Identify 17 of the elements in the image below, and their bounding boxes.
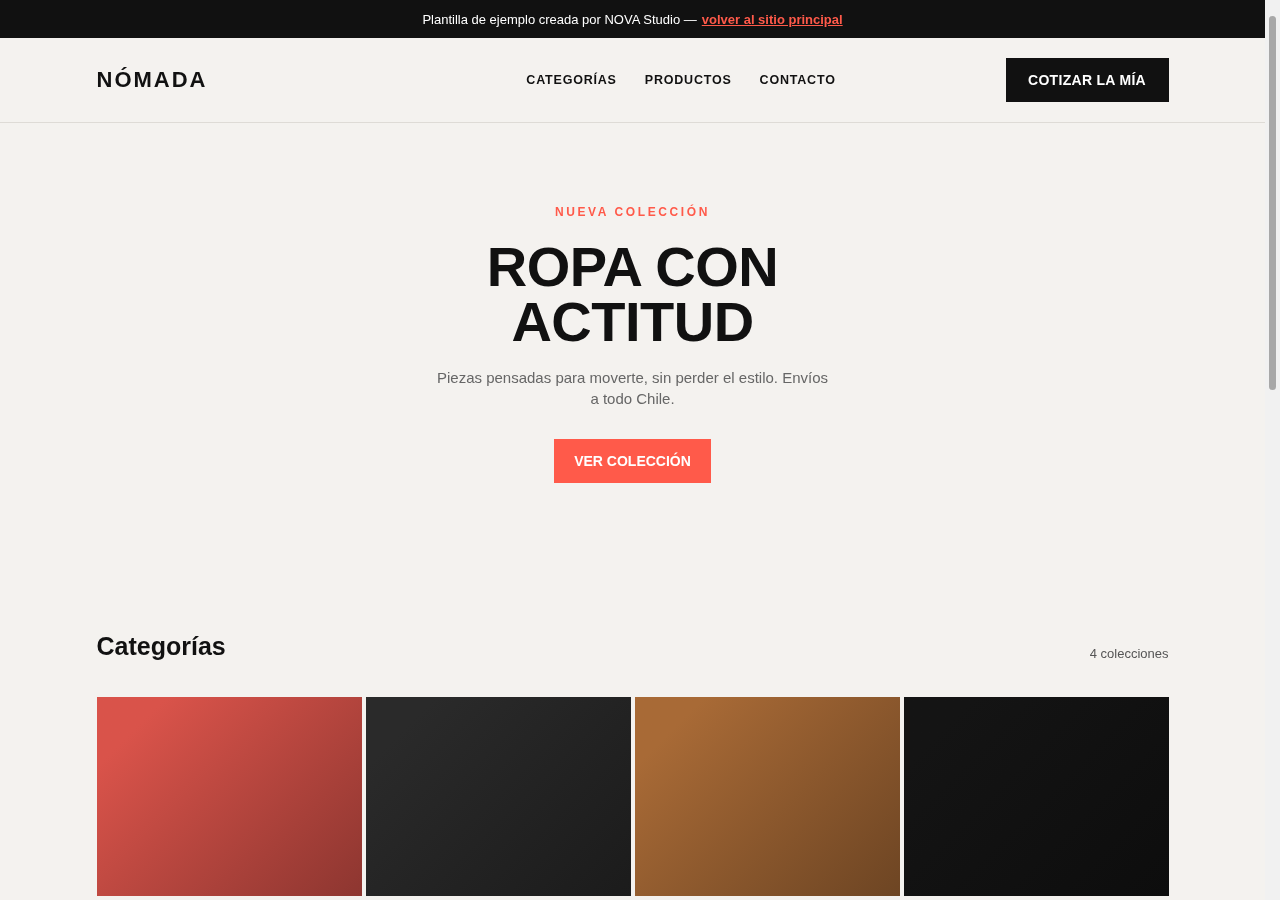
section-title: Categorías <box>96 632 226 661</box>
main-site-link[interactable]: volver al sitio principal <box>701 11 843 27</box>
hero-eyebrow: NUEVA COLECCIÓN <box>555 205 710 219</box>
category-tile[interactable] <box>96 697 362 896</box>
category-tile[interactable] <box>903 697 1169 896</box>
nav-link[interactable]: CATEGORÍAS <box>526 73 617 87</box>
hero-title: ROPA CON <box>486 239 779 294</box>
category-tile[interactable] <box>634 697 900 896</box>
logo[interactable]: NÓMADA <box>96 67 297 93</box>
quote-button[interactable]: COTIZAR LA MÍA <box>1005 58 1169 102</box>
collection-count: 4 colecciones <box>1089 646 1169 661</box>
hero-title: ACTITUD <box>511 294 754 349</box>
hero-text: Piezas pensadas para moverte, sin perder el estilo. Envíos a todo Chile. <box>435 368 829 409</box>
category-tile[interactable] <box>365 697 631 896</box>
nav-link[interactable]: CONTACTO <box>759 73 836 87</box>
nav-link[interactable]: PRODUCTOS <box>644 73 732 87</box>
banner-text: Plantilla de ejemplo creada por NOVA Studio — <box>422 11 697 27</box>
